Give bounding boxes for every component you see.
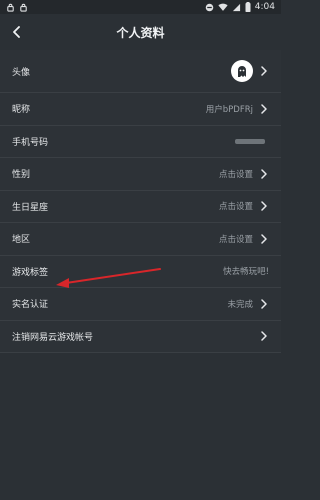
row-gender[interactable]: 性别 点击设置 bbox=[0, 158, 281, 191]
status-right: 4:04 bbox=[205, 0, 275, 14]
row-label: 生日星座 bbox=[12, 202, 49, 213]
back-button[interactable] bbox=[8, 23, 26, 41]
header: 个人资料 bbox=[0, 14, 281, 50]
row-value: 用户bPDFRj bbox=[205, 104, 253, 115]
row-label: 游戏标签 bbox=[12, 267, 49, 278]
row-right: 快去畅玩吧! bbox=[223, 265, 269, 277]
row-label: 性别 bbox=[12, 170, 31, 181]
row-label: 实名认证 bbox=[12, 300, 49, 311]
row-nickname[interactable]: 昵称 用户bPDFRj bbox=[0, 93, 281, 126]
chevron-right-icon bbox=[259, 299, 269, 309]
status-bar: 4:04 bbox=[0, 0, 281, 14]
ghost-avatar-icon bbox=[238, 66, 246, 77]
row-right: 点击设置 bbox=[219, 168, 269, 180]
masked-phone-number bbox=[235, 138, 265, 144]
page-title: 个人资料 bbox=[116, 25, 165, 40]
row-right bbox=[259, 331, 269, 341]
avatar bbox=[231, 60, 253, 82]
row-value: 点击设置 bbox=[218, 169, 253, 180]
row-value: 点击设置 bbox=[218, 234, 253, 245]
row-avatar[interactable]: 头像 bbox=[0, 50, 281, 93]
row-real-name-verification[interactable]: 实名认证 未完成 bbox=[0, 288, 281, 321]
row-right: 点击设置 bbox=[219, 200, 269, 212]
chevron-right-icon bbox=[259, 201, 269, 211]
chevron-right-icon bbox=[259, 66, 269, 76]
back-arrow-icon bbox=[13, 26, 20, 38]
status-time: 4:04 bbox=[254, 2, 275, 12]
notification-lock-icon bbox=[20, 3, 27, 12]
wifi-icon bbox=[218, 3, 228, 11]
row-value: 点击设置 bbox=[218, 202, 253, 213]
chevron-right-icon bbox=[259, 234, 269, 244]
row-right bbox=[231, 60, 269, 82]
notification-lock-icon bbox=[7, 3, 14, 12]
profile-settings-list: 头像 昵称 用户bPDFRj 手机号码 性别 点击设置 生日星座 点击设置 地区… bbox=[0, 50, 281, 353]
row-phone: 手机号码 bbox=[0, 126, 281, 158]
row-value: 未完成 bbox=[227, 299, 253, 310]
chevron-right-icon bbox=[259, 169, 269, 179]
row-label: 手机号码 bbox=[12, 137, 49, 148]
battery-icon bbox=[245, 2, 251, 12]
row-label: 昵称 bbox=[12, 105, 31, 116]
row-region[interactable]: 地区 点击设置 bbox=[0, 223, 281, 256]
annotation-arrow bbox=[56, 268, 161, 288]
row-right: 用户bPDFRj bbox=[206, 103, 269, 115]
row-value: 快去畅玩吧! bbox=[223, 267, 269, 278]
row-right: 未完成 bbox=[227, 298, 269, 310]
row-right: 点击设置 bbox=[219, 233, 269, 245]
do-not-disturb-icon bbox=[205, 3, 214, 11]
row-delete-account[interactable]: 注销网易云游戏帐号 bbox=[0, 321, 281, 353]
row-label: 注销网易云游戏帐号 bbox=[12, 332, 94, 343]
row-right bbox=[235, 138, 269, 144]
chevron-right-icon bbox=[259, 331, 269, 341]
row-label: 地区 bbox=[12, 235, 31, 246]
signal-icon bbox=[232, 3, 240, 11]
row-birthday-zodiac[interactable]: 生日星座 点击设置 bbox=[0, 191, 281, 223]
row-label: 头像 bbox=[12, 67, 31, 78]
chevron-right-icon bbox=[259, 104, 269, 114]
status-left bbox=[6, 3, 28, 12]
